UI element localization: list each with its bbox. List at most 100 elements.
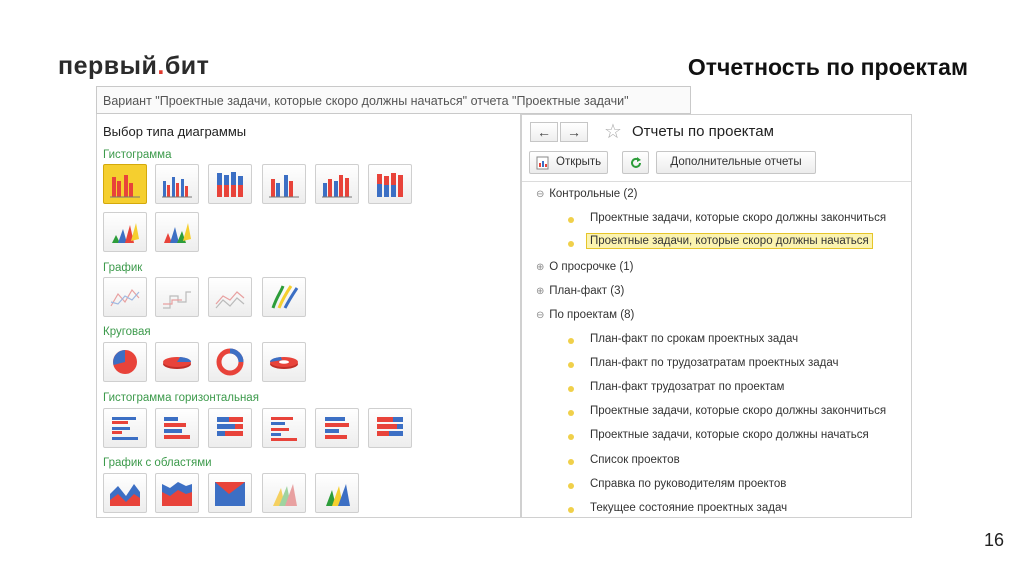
open-button[interactable]: Открыть: [529, 151, 608, 174]
report-icon: [536, 156, 549, 170]
horizontal-bar-icon: [271, 417, 297, 441]
chart-type-area-3[interactable]: [208, 473, 252, 513]
open-button-label: Открыть: [556, 156, 602, 168]
tree-group-by-projects[interactable]: ⊖ По проектам (8): [536, 309, 634, 321]
tree-item-label: Список проектов: [590, 454, 680, 466]
tree-item-label: Справка по руководителям проектов: [590, 478, 787, 490]
area-3d-icon: [273, 484, 297, 506]
section-label-area: График с областями: [103, 457, 212, 469]
chart-type-graph-1[interactable]: [103, 277, 147, 317]
chart-type-histogram-3[interactable]: [208, 164, 252, 204]
chart-type-histogram-5[interactable]: [315, 164, 359, 204]
forward-button[interactable]: →: [560, 122, 588, 142]
stacked-bar-icon: [217, 172, 243, 197]
chart-type-hbar-3[interactable]: [208, 408, 252, 448]
logo-text-post: бит: [164, 52, 210, 80]
expand-icon: ⊕: [536, 262, 545, 273]
chart-type-histogram-8[interactable]: [155, 212, 199, 252]
chart-type-histogram-7[interactable]: [103, 212, 147, 252]
chart-type-area-2[interactable]: [155, 473, 199, 513]
step-chart-icon: [163, 291, 191, 309]
chart-type-histogram-4[interactable]: [262, 164, 306, 204]
collapse-icon: ⊖: [536, 310, 545, 321]
chart-type-area-1[interactable]: [103, 473, 147, 513]
brand-logo: первый.бит: [58, 52, 209, 81]
donut-3d-icon: [269, 357, 298, 369]
horizontal-bar-3d-icon: [325, 417, 349, 439]
chart-type-area-5[interactable]: [315, 473, 359, 513]
chart-type-pie-2[interactable]: [155, 342, 199, 382]
bar-chart-3d-icon: [269, 175, 299, 198]
report-bullet-icon: [568, 362, 574, 368]
tree-item-label: Проектные задачи, которые скоро должны з…: [590, 212, 887, 224]
chart-type-histogram-2[interactable]: [155, 164, 199, 204]
tree-item-label: План-факт по трудозатратам проектных зад…: [590, 357, 839, 369]
report-bullet-icon: [568, 459, 574, 465]
logo-dot: .: [157, 52, 165, 80]
stacked-horizontal-bar-icon: [217, 417, 243, 436]
tree-group-label: Контрольные (2): [549, 188, 638, 200]
logo-text-pre: первый: [58, 52, 158, 80]
chart-type-graph-4[interactable]: [262, 277, 306, 317]
line-chart-icon: [110, 288, 140, 307]
chart-type-histogram-1[interactable]: [103, 164, 147, 204]
section-label-horizontal-histogram: Гистограмма горизонтальная: [103, 392, 259, 404]
tree-group-label: О просрочке (1): [549, 261, 634, 273]
stacked-bar-3d-icon: [377, 173, 403, 197]
report-bullet-icon: [568, 410, 574, 416]
percent-area-icon: [215, 482, 245, 506]
tree-item-label: План-факт по срокам проектных задач: [590, 333, 799, 345]
tree-group-overdue[interactable]: ⊕ О просрочке (1): [536, 261, 633, 273]
report-bullet-icon: [568, 434, 574, 440]
tree-item-label: Проектные задачи, которые скоро должны н…: [586, 233, 873, 249]
area-chart-icon: [110, 484, 140, 506]
horizontal-bar-icon: [112, 417, 138, 440]
horizontal-bar-icon: [164, 417, 190, 439]
pie-3d-icon: [163, 357, 192, 369]
toolbar-divider: [522, 181, 911, 182]
tree-group-control[interactable]: ⊖ Контрольные (2): [536, 188, 637, 200]
chart-type-panel: Выбор типа диаграммы Гистограмма График …: [96, 114, 521, 518]
pie-chart-icon: [113, 350, 137, 374]
tree-item-label: План-факт трудозатрат по проектам: [590, 381, 785, 393]
section-label-graph: График: [103, 262, 143, 274]
section-label-pie: Круговая: [103, 326, 151, 338]
reports-panel: ← → ☆ Отчеты по проектам Открыть Дополни…: [521, 114, 912, 518]
tree-group-label: По проектам (8): [549, 309, 635, 321]
tree-group-plan-fact[interactable]: ⊕ План-факт (3): [536, 285, 624, 297]
chart-type-graph-3[interactable]: [208, 277, 252, 317]
report-bullet-icon: [568, 241, 574, 247]
page-number: 16: [983, 530, 1004, 550]
chart-type-pie-1[interactable]: [103, 342, 147, 382]
refresh-button[interactable]: [622, 151, 649, 174]
slide-title: Отчетность по проектам: [687, 54, 968, 80]
report-bullet-icon: [568, 483, 574, 489]
tree-item-label: Текущее состояние проектных задач: [590, 502, 788, 514]
report-bullet-icon: [568, 386, 574, 392]
tree-group-label: План-факт (3): [549, 285, 625, 297]
bar-chart-icon: [322, 175, 352, 198]
chart-type-histogram-6[interactable]: [368, 164, 412, 204]
donut-chart-icon: [216, 348, 244, 376]
chart-type-hbar-5[interactable]: [315, 408, 359, 448]
collapse-icon: ⊖: [536, 189, 545, 200]
chart-type-pie-4[interactable]: [262, 342, 306, 382]
refresh-icon: [631, 157, 641, 168]
section-label-histogram: Гистограмма: [103, 149, 172, 161]
additional-reports-button[interactable]: Дополнительные отчеты: [656, 151, 816, 174]
chart-type-graph-2[interactable]: [155, 277, 199, 317]
chart-type-pie-3[interactable]: [208, 342, 252, 382]
back-button[interactable]: ←: [530, 122, 558, 142]
chart-type-hbar-2[interactable]: [155, 408, 199, 448]
bar-chart-icon: [110, 175, 140, 198]
arrow-right-icon: →: [567, 124, 581, 140]
chart-type-hbar-6[interactable]: [368, 408, 412, 448]
tree-item-label: Проектные задачи, которые скоро должны з…: [590, 405, 887, 417]
chart-type-hbar-4[interactable]: [262, 408, 306, 448]
bar-3d-perspective-icon: [112, 223, 139, 243]
bar-chart-icon: [162, 177, 192, 198]
chart-type-hbar-1[interactable]: [103, 408, 147, 448]
chart-type-area-4[interactable]: [262, 473, 306, 513]
tree-item-label: Проектные задачи, которые скоро должны н…: [590, 429, 869, 441]
star-icon[interactable]: ☆: [604, 119, 622, 144]
